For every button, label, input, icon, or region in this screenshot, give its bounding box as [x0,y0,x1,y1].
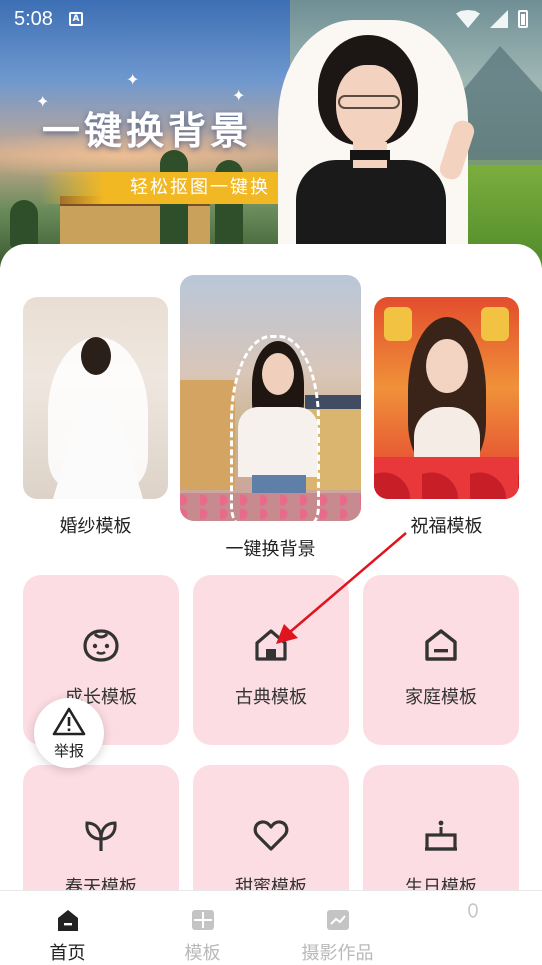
leaf-icon [85,821,117,851]
battery-icon [518,10,528,28]
classical-house-icon [255,629,287,661]
template-icon [191,910,214,930]
wedding-template-card[interactable] [23,297,168,499]
blessing-template-card[interactable] [374,297,519,499]
family-template-label: 家庭模板 [405,687,477,708]
nav-templates-label: 模板 [184,943,221,964]
hero-banner[interactable]: ✦ ✦ ✦ 一键换背景 轻松抠图一键换 [0,0,542,268]
nav-home[interactable]: 首页 [0,891,135,965]
home-icon [57,910,78,931]
nav-home-label: 首页 [49,943,86,964]
banner-title: 一键换背景 [42,109,253,153]
birthday-cake-icon [425,820,457,851]
home-icon [425,629,457,661]
change-background-label[interactable]: 一键换背景 [180,535,361,561]
wedding-template-label[interactable]: 婚纱模板 [23,512,168,538]
sparkle-icon: ✦ [126,70,140,89]
status-time: 5:08 [14,7,53,30]
status-bar: 5:08 A [0,0,542,38]
nav-templates[interactable]: 模板 [135,891,270,965]
profile-icon [467,903,478,918]
classical-template-label: 古典模板 [235,687,307,708]
change-background-card[interactable] [180,275,361,521]
banner-tree [10,200,38,248]
nav-photography[interactable]: 摄影作品 [270,891,405,965]
signal-icon [490,10,508,28]
photo-icon [326,910,349,930]
report-label: 举报 [53,742,84,760]
nav-profile[interactable] [405,891,540,965]
warning-icon [52,707,86,736]
heart-icon [253,820,289,851]
nav-photography-label: 摄影作品 [301,943,374,964]
baby-face-icon [83,629,119,662]
notification-a-icon: A [68,12,83,26]
banner-model-photo [278,20,477,268]
family-template-tile[interactable]: 家庭模板 [363,575,519,745]
blessing-template-label[interactable]: 祝福模板 [374,512,519,538]
classical-template-tile[interactable]: 古典模板 [193,575,349,745]
wifi-icon [456,10,480,28]
bottom-navigation: 首页 模板 摄影作品 [0,890,542,965]
report-button[interactable]: 举报 [34,698,104,768]
